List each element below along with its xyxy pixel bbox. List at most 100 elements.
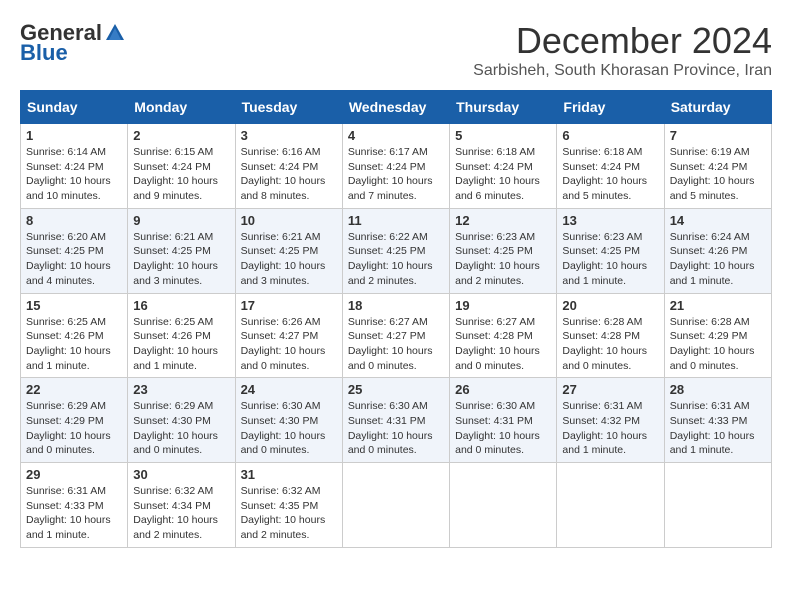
sunrise-label: Sunrise: 6:27 AM bbox=[455, 316, 535, 328]
sunrise-label: Sunrise: 6:31 AM bbox=[670, 400, 750, 412]
calendar-cell: 2 Sunrise: 6:15 AM Sunset: 4:24 PM Dayli… bbox=[128, 124, 235, 209]
sunset-label: Sunset: 4:24 PM bbox=[241, 161, 319, 173]
sunset-label: Sunset: 4:24 PM bbox=[26, 161, 104, 173]
day-number: 27 bbox=[562, 382, 658, 397]
sunset-label: Sunset: 4:25 PM bbox=[241, 245, 319, 257]
sunset-label: Sunset: 4:24 PM bbox=[455, 161, 533, 173]
daylight-label: Daylight: 10 hours and 2 minutes. bbox=[348, 260, 433, 287]
day-info: Sunrise: 6:27 AM Sunset: 4:27 PM Dayligh… bbox=[348, 315, 444, 374]
sunrise-label: Sunrise: 6:27 AM bbox=[348, 316, 428, 328]
calendar-cell: 26 Sunrise: 6:30 AM Sunset: 4:31 PM Dayl… bbox=[450, 378, 557, 463]
sunset-label: Sunset: 4:25 PM bbox=[562, 245, 640, 257]
sunrise-label: Sunrise: 6:26 AM bbox=[241, 316, 321, 328]
day-number: 13 bbox=[562, 213, 658, 228]
daylight-label: Daylight: 10 hours and 0 minutes. bbox=[348, 430, 433, 457]
weekday-header-wednesday: Wednesday bbox=[342, 91, 449, 124]
day-info: Sunrise: 6:22 AM Sunset: 4:25 PM Dayligh… bbox=[348, 230, 444, 289]
calendar-week-1: 1 Sunrise: 6:14 AM Sunset: 4:24 PM Dayli… bbox=[21, 124, 772, 209]
day-info: Sunrise: 6:31 AM Sunset: 4:32 PM Dayligh… bbox=[562, 399, 658, 458]
day-number: 23 bbox=[133, 382, 229, 397]
sunrise-label: Sunrise: 6:25 AM bbox=[26, 316, 106, 328]
daylight-label: Daylight: 10 hours and 1 minute. bbox=[26, 345, 111, 372]
logo: General Blue bbox=[20, 20, 126, 66]
sunrise-label: Sunrise: 6:30 AM bbox=[455, 400, 535, 412]
sunset-label: Sunset: 4:30 PM bbox=[241, 415, 319, 427]
day-info: Sunrise: 6:14 AM Sunset: 4:24 PM Dayligh… bbox=[26, 145, 122, 204]
calendar-cell: 14 Sunrise: 6:24 AM Sunset: 4:26 PM Dayl… bbox=[664, 208, 771, 293]
day-number: 9 bbox=[133, 213, 229, 228]
daylight-label: Daylight: 10 hours and 9 minutes. bbox=[133, 175, 218, 202]
sunrise-label: Sunrise: 6:30 AM bbox=[241, 400, 321, 412]
daylight-label: Daylight: 10 hours and 0 minutes. bbox=[455, 430, 540, 457]
calendar-cell: 6 Sunrise: 6:18 AM Sunset: 4:24 PM Dayli… bbox=[557, 124, 664, 209]
sunrise-label: Sunrise: 6:17 AM bbox=[348, 146, 428, 158]
day-number: 24 bbox=[241, 382, 337, 397]
sunset-label: Sunset: 4:28 PM bbox=[562, 330, 640, 342]
day-info: Sunrise: 6:32 AM Sunset: 4:35 PM Dayligh… bbox=[241, 484, 337, 543]
day-number: 25 bbox=[348, 382, 444, 397]
day-info: Sunrise: 6:18 AM Sunset: 4:24 PM Dayligh… bbox=[562, 145, 658, 204]
sunset-label: Sunset: 4:33 PM bbox=[26, 500, 104, 512]
day-number: 22 bbox=[26, 382, 122, 397]
sunset-label: Sunset: 4:35 PM bbox=[241, 500, 319, 512]
sunset-label: Sunset: 4:26 PM bbox=[133, 330, 211, 342]
sunrise-label: Sunrise: 6:18 AM bbox=[562, 146, 642, 158]
day-number: 30 bbox=[133, 467, 229, 482]
day-number: 8 bbox=[26, 213, 122, 228]
calendar-cell: 5 Sunrise: 6:18 AM Sunset: 4:24 PM Dayli… bbox=[450, 124, 557, 209]
calendar-cell: 15 Sunrise: 6:25 AM Sunset: 4:26 PM Dayl… bbox=[21, 293, 128, 378]
sunrise-label: Sunrise: 6:14 AM bbox=[26, 146, 106, 158]
sunset-label: Sunset: 4:25 PM bbox=[133, 245, 211, 257]
logo-blue-text: Blue bbox=[20, 40, 68, 66]
calendar-table: SundayMondayTuesdayWednesdayThursdayFrid… bbox=[20, 90, 772, 548]
calendar-week-4: 22 Sunrise: 6:29 AM Sunset: 4:29 PM Dayl… bbox=[21, 378, 772, 463]
sunset-label: Sunset: 4:29 PM bbox=[26, 415, 104, 427]
day-info: Sunrise: 6:19 AM Sunset: 4:24 PM Dayligh… bbox=[670, 145, 766, 204]
sunset-label: Sunset: 4:31 PM bbox=[455, 415, 533, 427]
daylight-label: Daylight: 10 hours and 1 minute. bbox=[562, 260, 647, 287]
calendar-cell: 24 Sunrise: 6:30 AM Sunset: 4:30 PM Dayl… bbox=[235, 378, 342, 463]
daylight-label: Daylight: 10 hours and 6 minutes. bbox=[455, 175, 540, 202]
day-number: 10 bbox=[241, 213, 337, 228]
weekday-header-monday: Monday bbox=[128, 91, 235, 124]
sunrise-label: Sunrise: 6:29 AM bbox=[133, 400, 213, 412]
title-section: December 2024 Sarbisheh, South Khorasan … bbox=[473, 20, 772, 80]
day-info: Sunrise: 6:29 AM Sunset: 4:29 PM Dayligh… bbox=[26, 399, 122, 458]
calendar-cell: 10 Sunrise: 6:21 AM Sunset: 4:25 PM Dayl… bbox=[235, 208, 342, 293]
calendar-week-5: 29 Sunrise: 6:31 AM Sunset: 4:33 PM Dayl… bbox=[21, 463, 772, 548]
sunrise-label: Sunrise: 6:18 AM bbox=[455, 146, 535, 158]
sunrise-label: Sunrise: 6:25 AM bbox=[133, 316, 213, 328]
calendar-cell: 19 Sunrise: 6:27 AM Sunset: 4:28 PM Dayl… bbox=[450, 293, 557, 378]
daylight-label: Daylight: 10 hours and 1 minute. bbox=[670, 260, 755, 287]
day-info: Sunrise: 6:16 AM Sunset: 4:24 PM Dayligh… bbox=[241, 145, 337, 204]
calendar-cell: 4 Sunrise: 6:17 AM Sunset: 4:24 PM Dayli… bbox=[342, 124, 449, 209]
calendar-cell: 8 Sunrise: 6:20 AM Sunset: 4:25 PM Dayli… bbox=[21, 208, 128, 293]
calendar-cell: 17 Sunrise: 6:26 AM Sunset: 4:27 PM Dayl… bbox=[235, 293, 342, 378]
daylight-label: Daylight: 10 hours and 2 minutes. bbox=[133, 514, 218, 541]
subtitle: Sarbisheh, South Khorasan Province, Iran bbox=[473, 62, 772, 80]
day-info: Sunrise: 6:23 AM Sunset: 4:25 PM Dayligh… bbox=[455, 230, 551, 289]
sunset-label: Sunset: 4:28 PM bbox=[455, 330, 533, 342]
calendar-cell: 11 Sunrise: 6:22 AM Sunset: 4:25 PM Dayl… bbox=[342, 208, 449, 293]
calendar-header-row: SundayMondayTuesdayWednesdayThursdayFrid… bbox=[21, 91, 772, 124]
calendar-week-3: 15 Sunrise: 6:25 AM Sunset: 4:26 PM Dayl… bbox=[21, 293, 772, 378]
daylight-label: Daylight: 10 hours and 0 minutes. bbox=[241, 430, 326, 457]
weekday-header-sunday: Sunday bbox=[21, 91, 128, 124]
calendar-cell: 16 Sunrise: 6:25 AM Sunset: 4:26 PM Dayl… bbox=[128, 293, 235, 378]
daylight-label: Daylight: 10 hours and 0 minutes. bbox=[455, 345, 540, 372]
day-info: Sunrise: 6:27 AM Sunset: 4:28 PM Dayligh… bbox=[455, 315, 551, 374]
day-number: 1 bbox=[26, 128, 122, 143]
sunrise-label: Sunrise: 6:20 AM bbox=[26, 231, 106, 243]
day-info: Sunrise: 6:21 AM Sunset: 4:25 PM Dayligh… bbox=[241, 230, 337, 289]
sunrise-label: Sunrise: 6:15 AM bbox=[133, 146, 213, 158]
calendar-cell bbox=[557, 463, 664, 548]
sunset-label: Sunset: 4:24 PM bbox=[562, 161, 640, 173]
calendar-cell: 22 Sunrise: 6:29 AM Sunset: 4:29 PM Dayl… bbox=[21, 378, 128, 463]
sunset-label: Sunset: 4:31 PM bbox=[348, 415, 426, 427]
day-number: 29 bbox=[26, 467, 122, 482]
day-number: 12 bbox=[455, 213, 551, 228]
day-info: Sunrise: 6:15 AM Sunset: 4:24 PM Dayligh… bbox=[133, 145, 229, 204]
calendar-cell: 18 Sunrise: 6:27 AM Sunset: 4:27 PM Dayl… bbox=[342, 293, 449, 378]
day-info: Sunrise: 6:31 AM Sunset: 4:33 PM Dayligh… bbox=[26, 484, 122, 543]
sunrise-label: Sunrise: 6:23 AM bbox=[562, 231, 642, 243]
